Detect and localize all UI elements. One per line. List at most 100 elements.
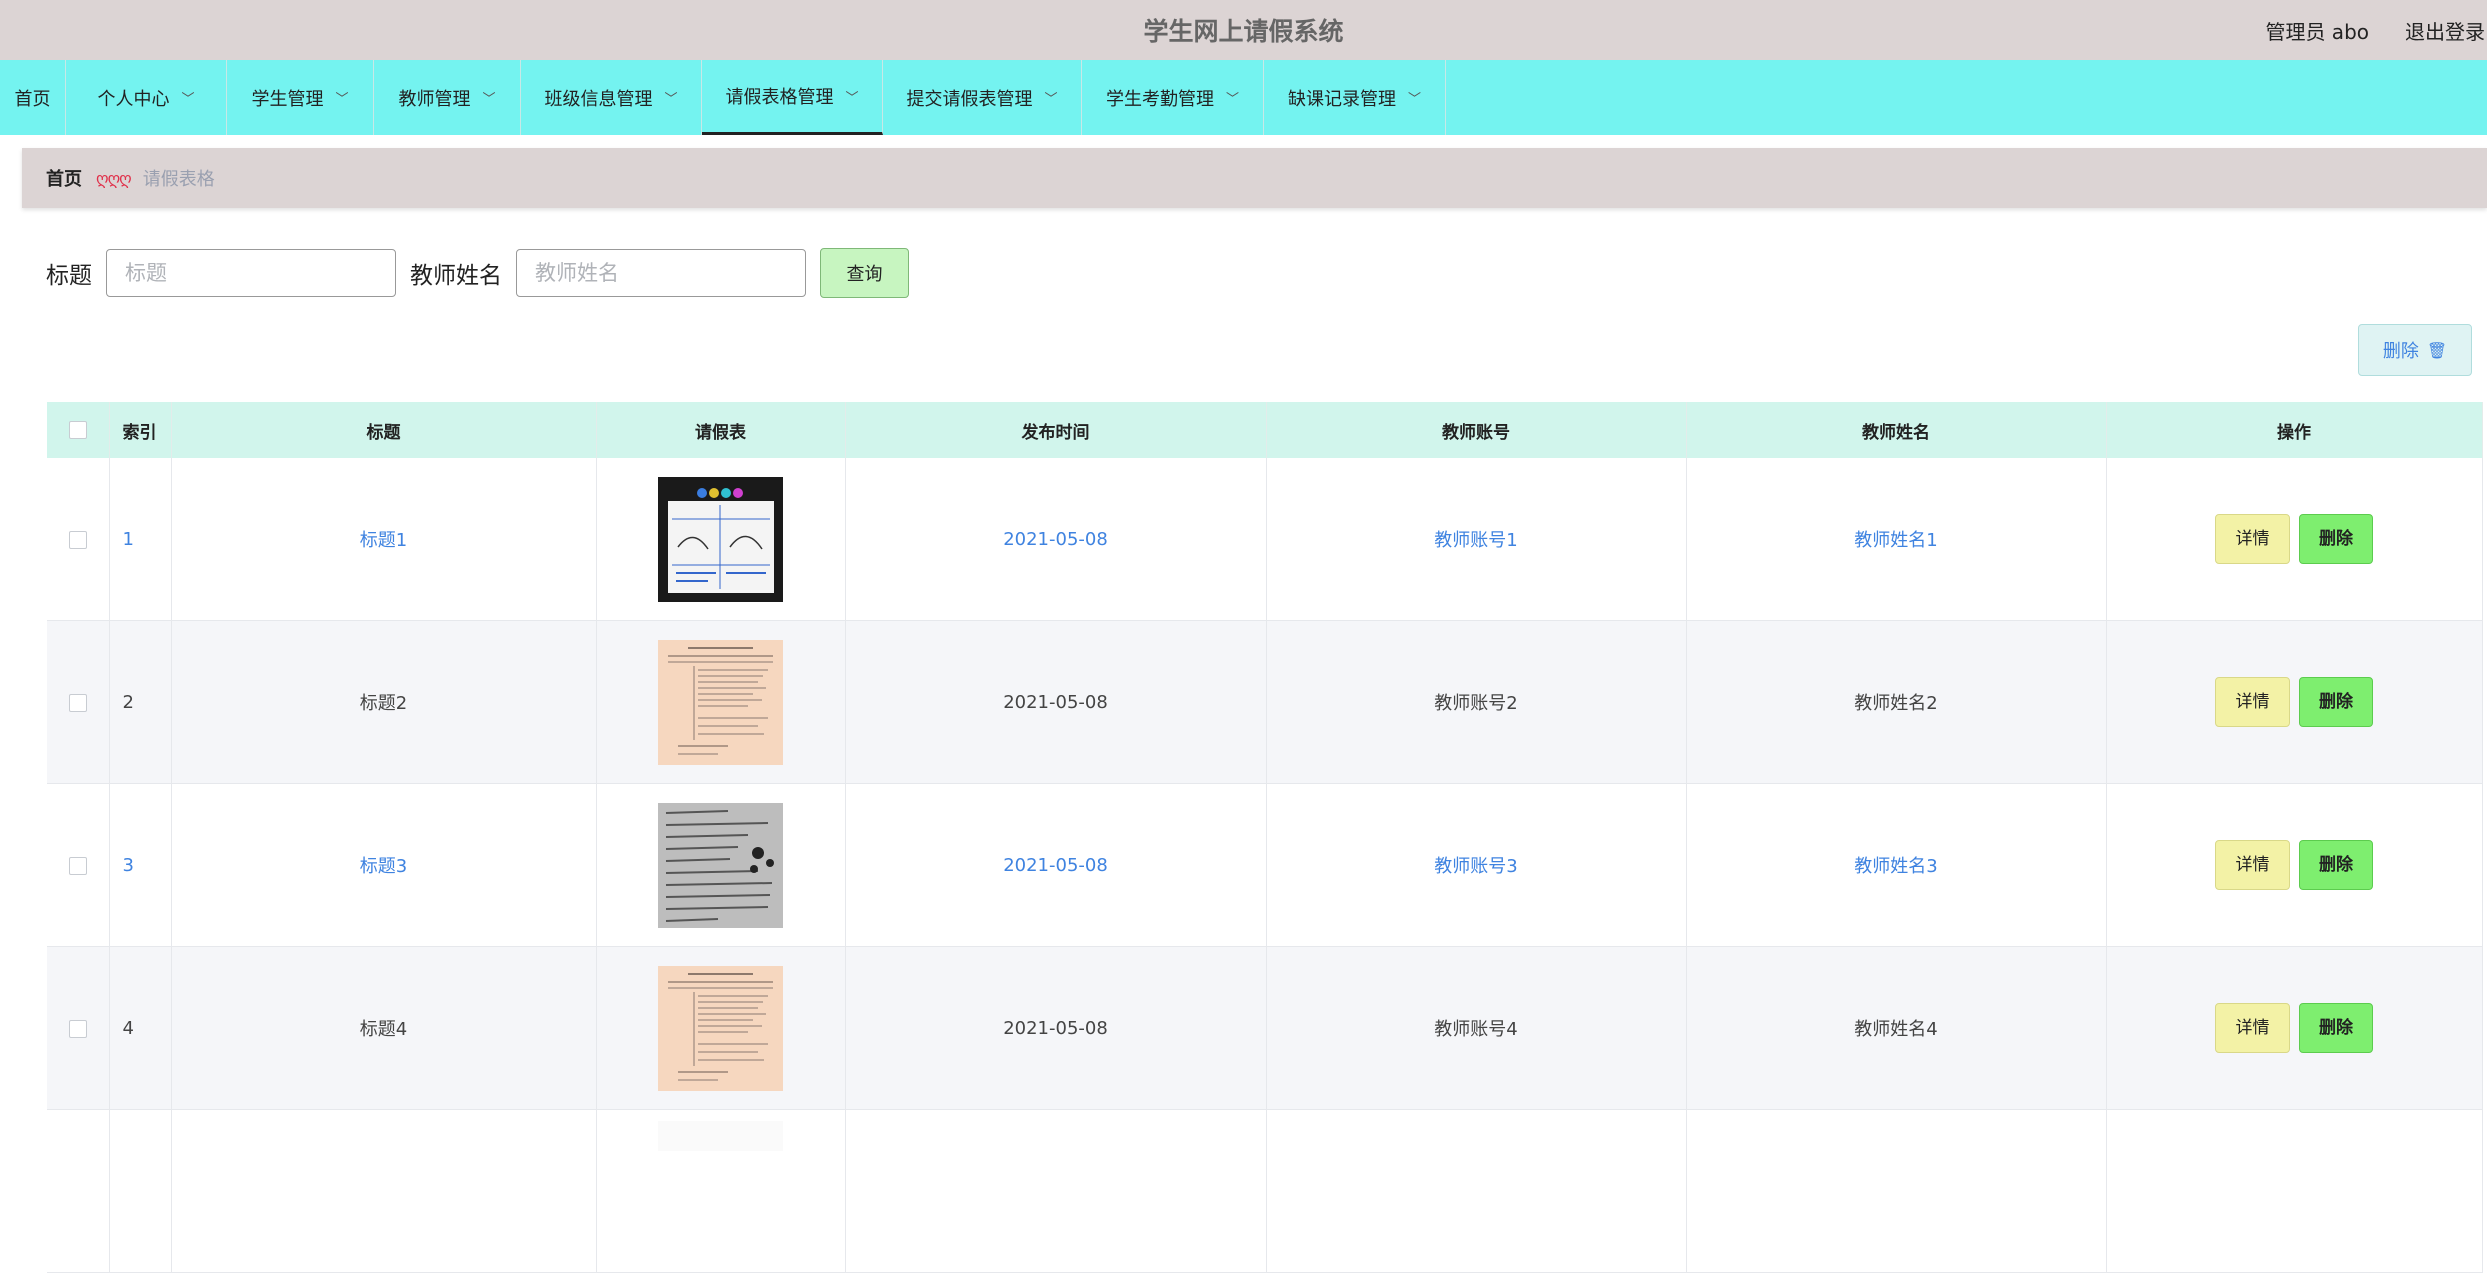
leave-form-image[interactable] — [658, 639, 783, 765]
index-cell: 3 — [109, 783, 172, 947]
nav-label: 学生考勤管理 — [1105, 88, 1214, 110]
column-header[interactable]: 请假表 — [596, 402, 846, 458]
leave-form-table: 索引 标题 请假表 发布时间 教师账号 教师姓名 操作 1 标题1 2021-0… — [47, 402, 2483, 1273]
breadcrumb-home[interactable]: 首页 — [46, 165, 82, 191]
leave-form-image[interactable] — [658, 476, 783, 602]
row-checkbox[interactable] — [68, 693, 87, 712]
teacher-search-label: 教师姓名 — [410, 263, 502, 289]
date-cell: 2021-05-08 — [845, 783, 1267, 947]
actions-cell: 详情 删除 — [2106, 458, 2483, 621]
detail-button[interactable]: 详情 — [2215, 514, 2290, 564]
account-cell: 教师账号1 — [1266, 458, 1687, 621]
index-cell: 2 — [109, 620, 172, 784]
delete-button[interactable]: 删除 — [2299, 677, 2373, 727]
date-cell: 2021-05-08 — [845, 458, 1267, 621]
nav-label: 个人中心 — [97, 88, 170, 110]
breadcrumb: 首页 ღღღ 请假表格 — [22, 148, 2487, 208]
title-search-input[interactable] — [106, 249, 396, 297]
bulk-delete-label: 删除 — [2382, 341, 2419, 362]
table-row[interactable]: 3 标题3 2021-05-08 教师账号3 教师姓名3 详情 删除 — [47, 783, 2483, 947]
content-panel: 标题 教师姓名 查询 删除 🗑 索引 标题 请假表 发布时间 教师账号 教师姓名… — [22, 220, 2487, 1273]
table-row[interactable]: 4 标题4 2021-05-08 教师账号4 教师姓名4 详情 删除 — [47, 946, 2483, 1110]
table-row[interactable] — [47, 1109, 2483, 1273]
nav-label: 首页 — [14, 88, 51, 110]
chevron-down-icon: ﹀ — [1407, 92, 1421, 107]
image-cell — [596, 1109, 846, 1273]
search-bar: 标题 教师姓名 查询 — [46, 248, 909, 298]
select-all-cell — [47, 402, 110, 458]
nav-leave-form-management[interactable]: 请假表格管理 ﹀ — [702, 60, 883, 135]
name-cell — [1686, 1109, 2107, 1273]
actions-cell — [2106, 1109, 2483, 1273]
query-button[interactable]: 查询 — [820, 248, 909, 298]
title-cell: 标题4 — [171, 946, 597, 1110]
nav-home[interactable]: 首页 — [0, 60, 66, 135]
row-select-cell — [47, 783, 110, 947]
title-cell — [171, 1109, 597, 1273]
detail-button[interactable]: 详情 — [2215, 1003, 2290, 1053]
column-header[interactable]: 标题 — [171, 402, 597, 458]
leave-form-image[interactable] — [658, 1121, 783, 1151]
image-cell — [596, 458, 846, 621]
select-all-checkbox[interactable] — [68, 421, 87, 439]
index-cell — [109, 1109, 172, 1273]
chevron-down-icon: ﹀ — [664, 92, 678, 107]
leave-form-image[interactable] — [658, 965, 783, 1091]
admin-label: 管理员 abo — [2265, 20, 2369, 44]
form-image — [658, 476, 783, 602]
title-cell: 标题3 — [171, 783, 597, 947]
row-checkbox[interactable] — [68, 530, 87, 549]
title-search-label: 标题 — [46, 263, 92, 289]
table-row[interactable]: 1 标题1 2021-05-08 教师账号1 教师姓名1 详情 删除 — [47, 458, 2483, 621]
nav-attendance-management[interactable]: 学生考勤管理 ﹀ — [1082, 60, 1264, 135]
nav-student-management[interactable]: 学生管理 ﹀ — [227, 60, 374, 135]
column-header[interactable]: 索引 — [109, 402, 172, 458]
chevron-down-icon: ﹀ — [845, 90, 859, 106]
row-checkbox[interactable] — [68, 856, 87, 875]
nav-label: 学生管理 — [251, 88, 324, 110]
detail-button[interactable]: 详情 — [2215, 840, 2290, 890]
row-select-cell — [47, 620, 110, 784]
delete-button[interactable]: 删除 — [2299, 514, 2373, 564]
nav-teacher-management[interactable]: 教师管理 ﹀ — [374, 60, 521, 135]
delete-button[interactable]: 删除 — [2299, 840, 2373, 890]
index-cell: 4 — [109, 946, 172, 1110]
date-cell: 2021-05-08 — [845, 620, 1267, 784]
title-cell: 标题2 — [171, 620, 597, 784]
system-title: 学生网上请假系统 — [1143, 17, 1344, 46]
chevron-down-icon: ﹀ — [1044, 92, 1058, 107]
index-cell: 1 — [109, 458, 172, 621]
chevron-down-icon: ﹀ — [1225, 92, 1239, 107]
nav-label: 教师管理 — [398, 88, 471, 110]
actions-cell: 详情 删除 — [2106, 783, 2483, 947]
bulk-delete-button[interactable]: 删除 🗑 — [2358, 324, 2472, 376]
nav-personal-center[interactable]: 个人中心 ﹀ — [66, 60, 227, 135]
account-cell: 教师账号4 — [1266, 946, 1687, 1110]
leave-form-image[interactable] — [658, 802, 783, 928]
nav-class-management[interactable]: 班级信息管理 ﹀ — [521, 60, 702, 135]
main-nav: 首页 个人中心 ﹀ 学生管理 ﹀ 教师管理 ﹀ 班级信息管理 ﹀ 请假表格管理 ﹀ 提交请… — [0, 60, 2487, 135]
nav-absence-management[interactable]: 缺课记录管理 ﹀ — [1264, 60, 1446, 135]
detail-button[interactable]: 详情 — [2215, 677, 2290, 727]
name-cell: 教师姓名3 — [1686, 783, 2107, 947]
form-image — [658, 639, 783, 765]
title-cell: 标题1 — [171, 458, 597, 621]
date-cell: 2021-05-08 — [845, 946, 1267, 1110]
nav-label: 提交请假表管理 — [906, 88, 1033, 110]
teacher-search-input[interactable] — [516, 249, 806, 297]
logout-button[interactable]: 退出登录 — [2405, 16, 2485, 45]
name-cell: 教师姓名1 — [1686, 458, 2107, 621]
image-cell — [596, 783, 846, 947]
actions-cell: 详情 删除 — [2106, 620, 2483, 784]
breadcrumb-current: 请假表格 — [142, 169, 215, 190]
row-checkbox[interactable] — [68, 1019, 87, 1038]
delete-button[interactable]: 删除 — [2299, 1003, 2373, 1053]
table-row[interactable]: 2 标题2 2021-05-08 教师账号2 教师姓名2 详情 删除 — [47, 620, 2483, 784]
column-header[interactable]: 教师账号 — [1266, 402, 1687, 458]
form-image — [658, 802, 783, 928]
column-header[interactable]: 发布时间 — [845, 402, 1267, 458]
nav-submit-leave-management[interactable]: 提交请假表管理 ﹀ — [883, 60, 1082, 135]
account-cell — [1266, 1109, 1687, 1273]
column-header[interactable]: 教师姓名 — [1686, 402, 2107, 458]
actions-cell: 详情 删除 — [2106, 946, 2483, 1110]
